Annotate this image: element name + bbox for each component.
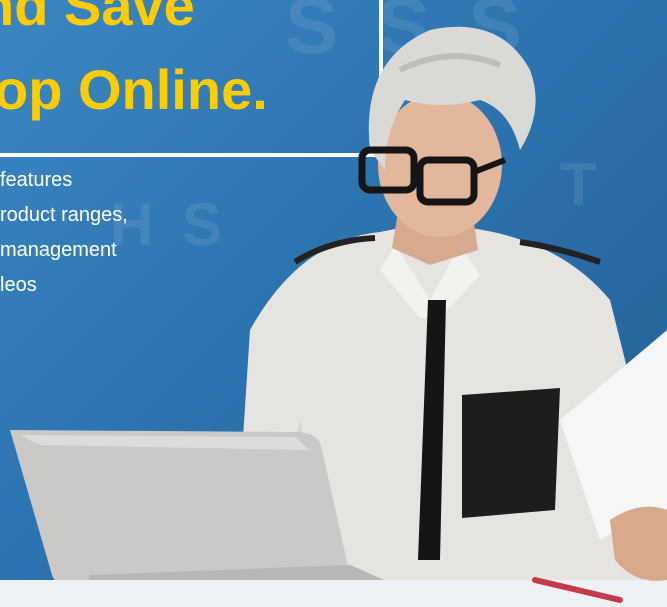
pocket — [462, 388, 560, 518]
woman-with-laptop-illustration — [0, 26, 667, 607]
desk — [0, 580, 667, 607]
laptop-lid — [10, 430, 350, 585]
hero-banner: S S S H S T nd Save op Online. features … — [0, 0, 667, 607]
